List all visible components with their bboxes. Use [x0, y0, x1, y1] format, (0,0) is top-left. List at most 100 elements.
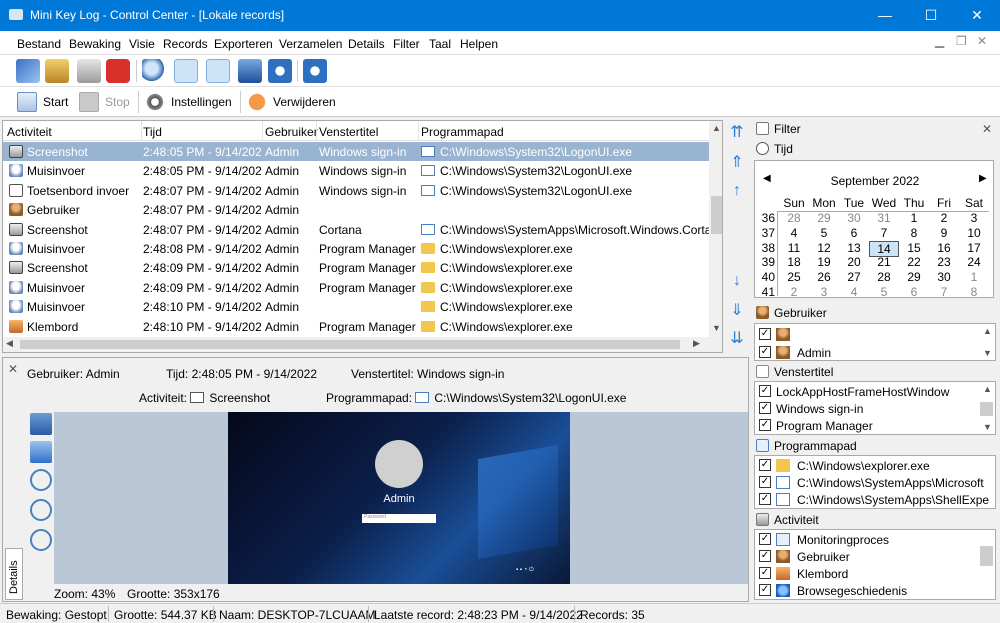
menu-filter[interactable]: Filter	[393, 37, 420, 51]
table-row[interactable]: Screenshot 2:48:09 PM - 9/14/2022 Admin Pro…	[3, 258, 709, 277]
stop-button[interactable]: Stop	[79, 92, 134, 112]
first-record-icon[interactable]: ⇈	[724, 122, 750, 144]
table-row[interactable]: Klembord 2:48:10 PM - 9/14/2022 Admin Progr…	[3, 317, 709, 336]
calendar-day[interactable]: 26	[809, 270, 839, 284]
minimize-button[interactable]: —	[862, 0, 908, 31]
delete-button[interactable]: Verwijderen	[247, 92, 342, 112]
calendar-day[interactable]: 6	[899, 285, 929, 299]
column-header-time[interactable]: Tijd	[143, 125, 162, 139]
calendar-day[interactable]: 15	[899, 241, 929, 255]
menu-taal[interactable]: Taal	[429, 37, 451, 51]
mdi-close-icon[interactable]: ✕	[977, 34, 987, 48]
calendar-day[interactable]: 29	[899, 270, 929, 284]
calendar-day[interactable]: 22	[899, 255, 929, 269]
zoom-in-icon[interactable]	[30, 469, 52, 491]
calendar-day[interactable]: 8	[959, 285, 989, 299]
table-row[interactable]: Muisinvoer 2:48:08 PM - 9/14/2022 Admin Pro…	[3, 239, 709, 258]
scroll-thumb[interactable]	[711, 196, 722, 234]
calendar-day[interactable]: 20	[839, 255, 869, 269]
calendar-month[interactable]: September 2022	[755, 174, 995, 188]
calendar-day[interactable]: 6	[839, 226, 869, 240]
calendar-day[interactable]: 5	[809, 226, 839, 240]
calendar-day[interactable]: 17	[959, 241, 989, 255]
scroll-right-icon[interactable]: ▶	[693, 338, 700, 349]
table-row[interactable]: Toetsenbord invoer 2:48:07 PM - 9/14/2022…	[3, 181, 709, 200]
menu-records[interactable]: Records	[163, 37, 208, 51]
export-icon[interactable]	[238, 59, 262, 83]
scroll-left-icon[interactable]: ◀	[6, 338, 13, 349]
menu-bestand[interactable]: Bestand	[17, 37, 61, 51]
calendar-day[interactable]: 24	[959, 255, 989, 269]
search-icon[interactable]	[142, 59, 166, 83]
scroll-thumb[interactable]	[980, 546, 993, 566]
close-button[interactable]: ✕	[954, 0, 1000, 31]
calendar-day[interactable]: 3	[959, 211, 989, 225]
calendar-day[interactable]: 25	[779, 270, 809, 284]
edit-icon[interactable]	[16, 59, 40, 83]
horizontal-scrollbar[interactable]: ◀ ▶	[3, 337, 722, 352]
save-icon[interactable]	[30, 413, 52, 435]
settings-button[interactable]: Instellingen	[145, 92, 235, 112]
calendar-day[interactable]: 1	[899, 211, 929, 225]
vertical-scrollbar[interactable]: ▲ ▼	[709, 121, 722, 337]
lock-icon[interactable]	[45, 59, 69, 83]
table-row[interactable]: Muisinvoer 2:48:09 PM - 9/14/2022 Admin Pro…	[3, 278, 709, 297]
next-record-icon[interactable]: ↓	[724, 272, 750, 294]
start-button[interactable]: Start	[17, 92, 72, 112]
calendar-day[interactable]: 12	[809, 241, 839, 255]
maximize-button[interactable]: ☐	[908, 0, 954, 31]
column-header-program-path[interactable]: Programmapad	[421, 125, 504, 139]
zoom-out-icon[interactable]	[30, 499, 52, 521]
calendar-day[interactable]: 30	[929, 270, 959, 284]
calendar-day[interactable]: 3	[809, 285, 839, 299]
menu-visie[interactable]: Visie	[129, 37, 155, 51]
calendar-day[interactable]: 1	[959, 270, 989, 284]
help-icon[interactable]	[303, 59, 327, 83]
calendar-day[interactable]: 10	[959, 226, 989, 240]
calendar-day[interactable]: 19	[809, 255, 839, 269]
menu-helpen[interactable]: Helpen	[460, 37, 498, 51]
scroll-up-icon[interactable]: ▲	[983, 384, 992, 394]
column-header-window-title[interactable]: Venstertitel	[319, 125, 378, 139]
filter-close-icon[interactable]: ✕	[982, 122, 992, 136]
power-icon[interactable]	[106, 59, 130, 83]
hscroll-thumb[interactable]	[20, 340, 680, 349]
calendar-day[interactable]: 29	[809, 211, 839, 225]
info-icon[interactable]	[268, 59, 292, 83]
calendar-day[interactable]: 7	[869, 226, 899, 240]
next-month-icon[interactable]: ▶	[979, 173, 987, 184]
page-down-icon[interactable]: ⇓	[724, 300, 750, 322]
calendar-day[interactable]: 2	[779, 285, 809, 299]
filter-icon[interactable]	[174, 59, 198, 83]
calendar-day[interactable]: 31	[869, 211, 899, 225]
calendar-day[interactable]: 28	[779, 211, 809, 225]
copy-icon[interactable]	[30, 441, 52, 463]
calendar-day[interactable]: 11	[779, 241, 809, 255]
table-row[interactable]: Muisinvoer 2:48:10 PM - 9/14/2022 Admin C:\…	[3, 297, 709, 316]
calendar-icon[interactable]	[77, 59, 101, 83]
scroll-up-icon[interactable]: ▲	[983, 326, 992, 336]
table-row[interactable]: Muisinvoer 2:48:05 PM - 9/14/2022 Admin Win…	[3, 161, 709, 180]
calendar-day[interactable]: 27	[839, 270, 869, 284]
column-header-activity[interactable]: Activiteit	[7, 125, 52, 139]
calendar-day[interactable]: 28	[869, 270, 899, 284]
pencil-icon[interactable]	[206, 59, 230, 83]
scroll-down-icon[interactable]: ▼	[983, 422, 992, 432]
menu-details[interactable]: Details	[348, 37, 385, 51]
calendar-day[interactable]: 21	[869, 255, 899, 269]
calendar-day[interactable]: 2	[929, 211, 959, 225]
scroll-down-icon[interactable]: ▼	[983, 348, 992, 358]
calendar-day[interactable]: 23	[929, 255, 959, 269]
mdi-minimize-icon[interactable]: ▁	[935, 34, 944, 48]
calendar-day[interactable]: 8	[899, 226, 929, 240]
menu-verzamelen[interactable]: Verzamelen	[279, 37, 342, 51]
details-tab[interactable]: Details	[5, 548, 23, 600]
calendar-day[interactable]: 4	[839, 285, 869, 299]
calendar-day[interactable]: 4	[779, 226, 809, 240]
details-close-icon[interactable]: ✕	[8, 362, 18, 376]
mdi-restore-icon[interactable]: ❐	[956, 34, 967, 48]
scroll-thumb[interactable]	[980, 402, 993, 416]
zoom-100-icon[interactable]	[30, 529, 52, 551]
last-record-icon[interactable]: ⇊	[724, 328, 750, 350]
calendar-day[interactable]: 7	[929, 285, 959, 299]
